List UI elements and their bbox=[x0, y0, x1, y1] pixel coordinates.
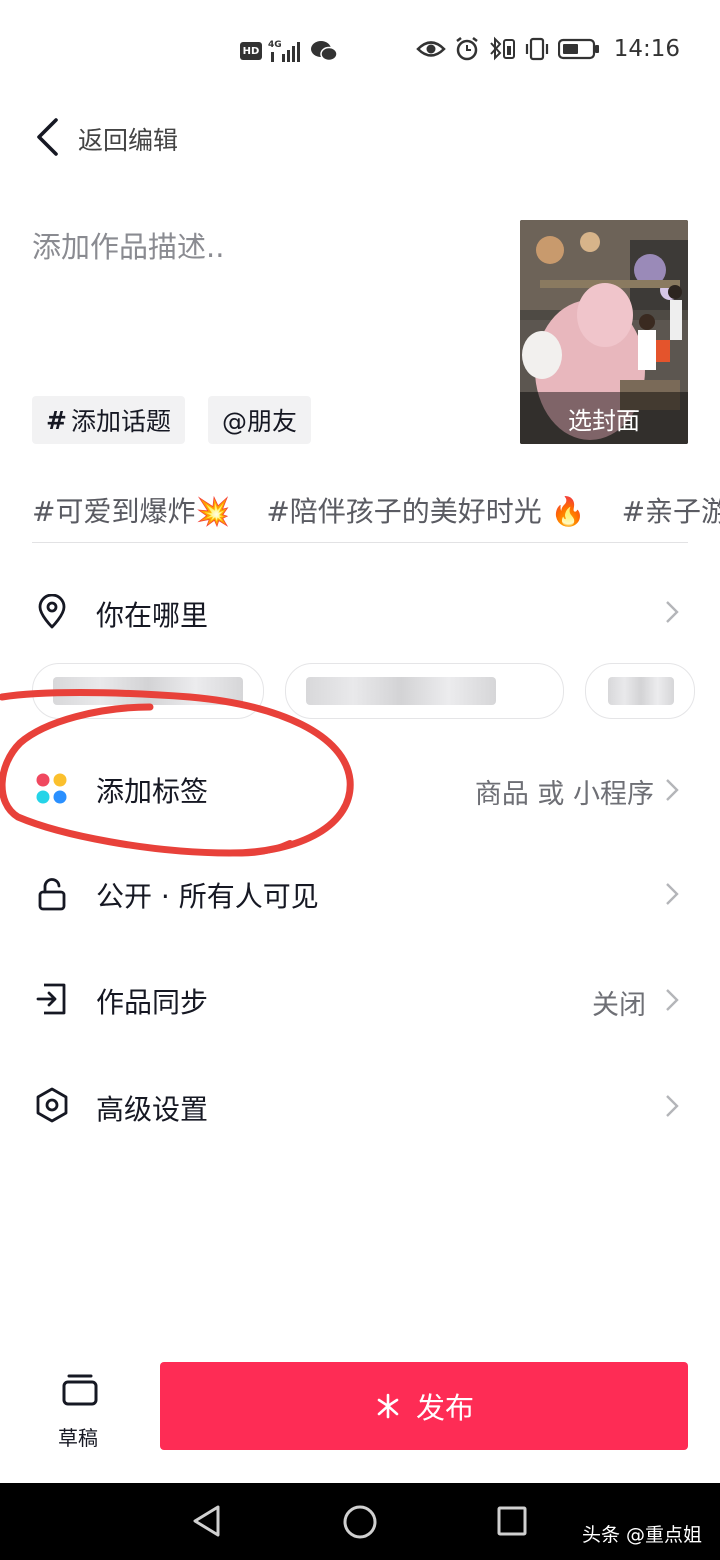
location-pin-icon bbox=[38, 594, 66, 629]
advanced-settings-row-label[interactable]: 高级设置 bbox=[96, 1088, 208, 1128]
vibrate-icon bbox=[525, 37, 548, 61]
location-row-label[interactable]: 你在哪里 bbox=[96, 594, 208, 634]
sync-row-value[interactable]: 关闭 bbox=[592, 983, 646, 1022]
sync-export-icon bbox=[36, 983, 66, 1015]
add-topic-button[interactable]: # 添加话题 bbox=[32, 396, 185, 444]
chevron-right-icon[interactable] bbox=[664, 880, 680, 908]
chevron-right-icon[interactable] bbox=[664, 776, 680, 804]
chevron-right-icon[interactable] bbox=[664, 1092, 680, 1120]
eye-icon bbox=[415, 41, 446, 57]
hashtag-suggestion[interactable]: #陪伴孩子的美好时光 🔥 bbox=[266, 490, 585, 530]
mention-friend-button[interactable]: @朋友 bbox=[208, 396, 312, 444]
status-time: 14:16 bbox=[613, 36, 680, 62]
nav-back-triangle-icon[interactable] bbox=[190, 1503, 224, 1539]
sync-row-label[interactable]: 作品同步 bbox=[96, 981, 208, 1021]
suggested-hashtags: #可爱到爆炸💥 #陪伴孩子的美好时光 🔥 #亲子游 bbox=[32, 490, 720, 530]
status-left: HD 4G bbox=[240, 38, 338, 64]
hd-icon: HD bbox=[240, 42, 262, 60]
publish-label: 发布 bbox=[415, 1391, 474, 1425]
unlock-icon bbox=[38, 878, 66, 911]
back-arrow-icon[interactable] bbox=[30, 114, 70, 160]
red-circle-annotation bbox=[0, 689, 354, 857]
signal-icon: 4G bbox=[268, 40, 300, 62]
status-right: 14:16 bbox=[415, 36, 680, 62]
chevron-right-icon[interactable] bbox=[664, 598, 680, 626]
nav-home-circle-icon[interactable] bbox=[342, 1504, 378, 1540]
draft-box-icon[interactable] bbox=[61, 1372, 99, 1410]
alarm-icon bbox=[455, 37, 478, 61]
hashtag-suggestion[interactable]: #可爱到爆炸💥 bbox=[32, 490, 230, 530]
wechat-icon bbox=[311, 41, 338, 62]
add-tag-row-value[interactable]: 商品 或 小程序 bbox=[475, 772, 654, 811]
add-topic-label: 添加话题 bbox=[70, 407, 171, 436]
sparkle-icon bbox=[377, 1393, 399, 1419]
visibility-row-label[interactable]: 公开 · 所有人可见 bbox=[96, 875, 319, 915]
select-cover-label[interactable]: 选封面 bbox=[520, 392, 688, 444]
mention-friend-label: @朋友 bbox=[222, 407, 298, 436]
battery-icon bbox=[557, 38, 599, 60]
watermark-text: 头条 @重点姐 bbox=[581, 1524, 702, 1546]
back-to-edit-label[interactable]: 返回编辑 bbox=[78, 121, 178, 157]
bluetooth-icon bbox=[489, 36, 515, 61]
location-chip[interactable] bbox=[585, 663, 695, 719]
hashtag-suggestion[interactable]: #亲子游 bbox=[622, 490, 720, 530]
chevron-right-icon[interactable] bbox=[664, 986, 680, 1014]
publish-button[interactable]: 发布 bbox=[160, 1362, 688, 1450]
divider bbox=[32, 542, 688, 543]
svg-text:4G: 4G bbox=[268, 40, 282, 50]
blurred-location-text bbox=[608, 677, 674, 705]
description-input[interactable]: 添加作品描述.. bbox=[32, 224, 224, 266]
cover-thumbnail[interactable]: 选封面 bbox=[520, 220, 688, 444]
hashtag-icon: # bbox=[46, 405, 67, 435]
status-bar: HD 4G 14:16 bbox=[0, 0, 720, 100]
nav-recent-square-icon[interactable] bbox=[496, 1505, 528, 1537]
settings-hexagon-icon bbox=[36, 1087, 68, 1123]
draft-label[interactable]: 草稿 bbox=[58, 1422, 98, 1451]
